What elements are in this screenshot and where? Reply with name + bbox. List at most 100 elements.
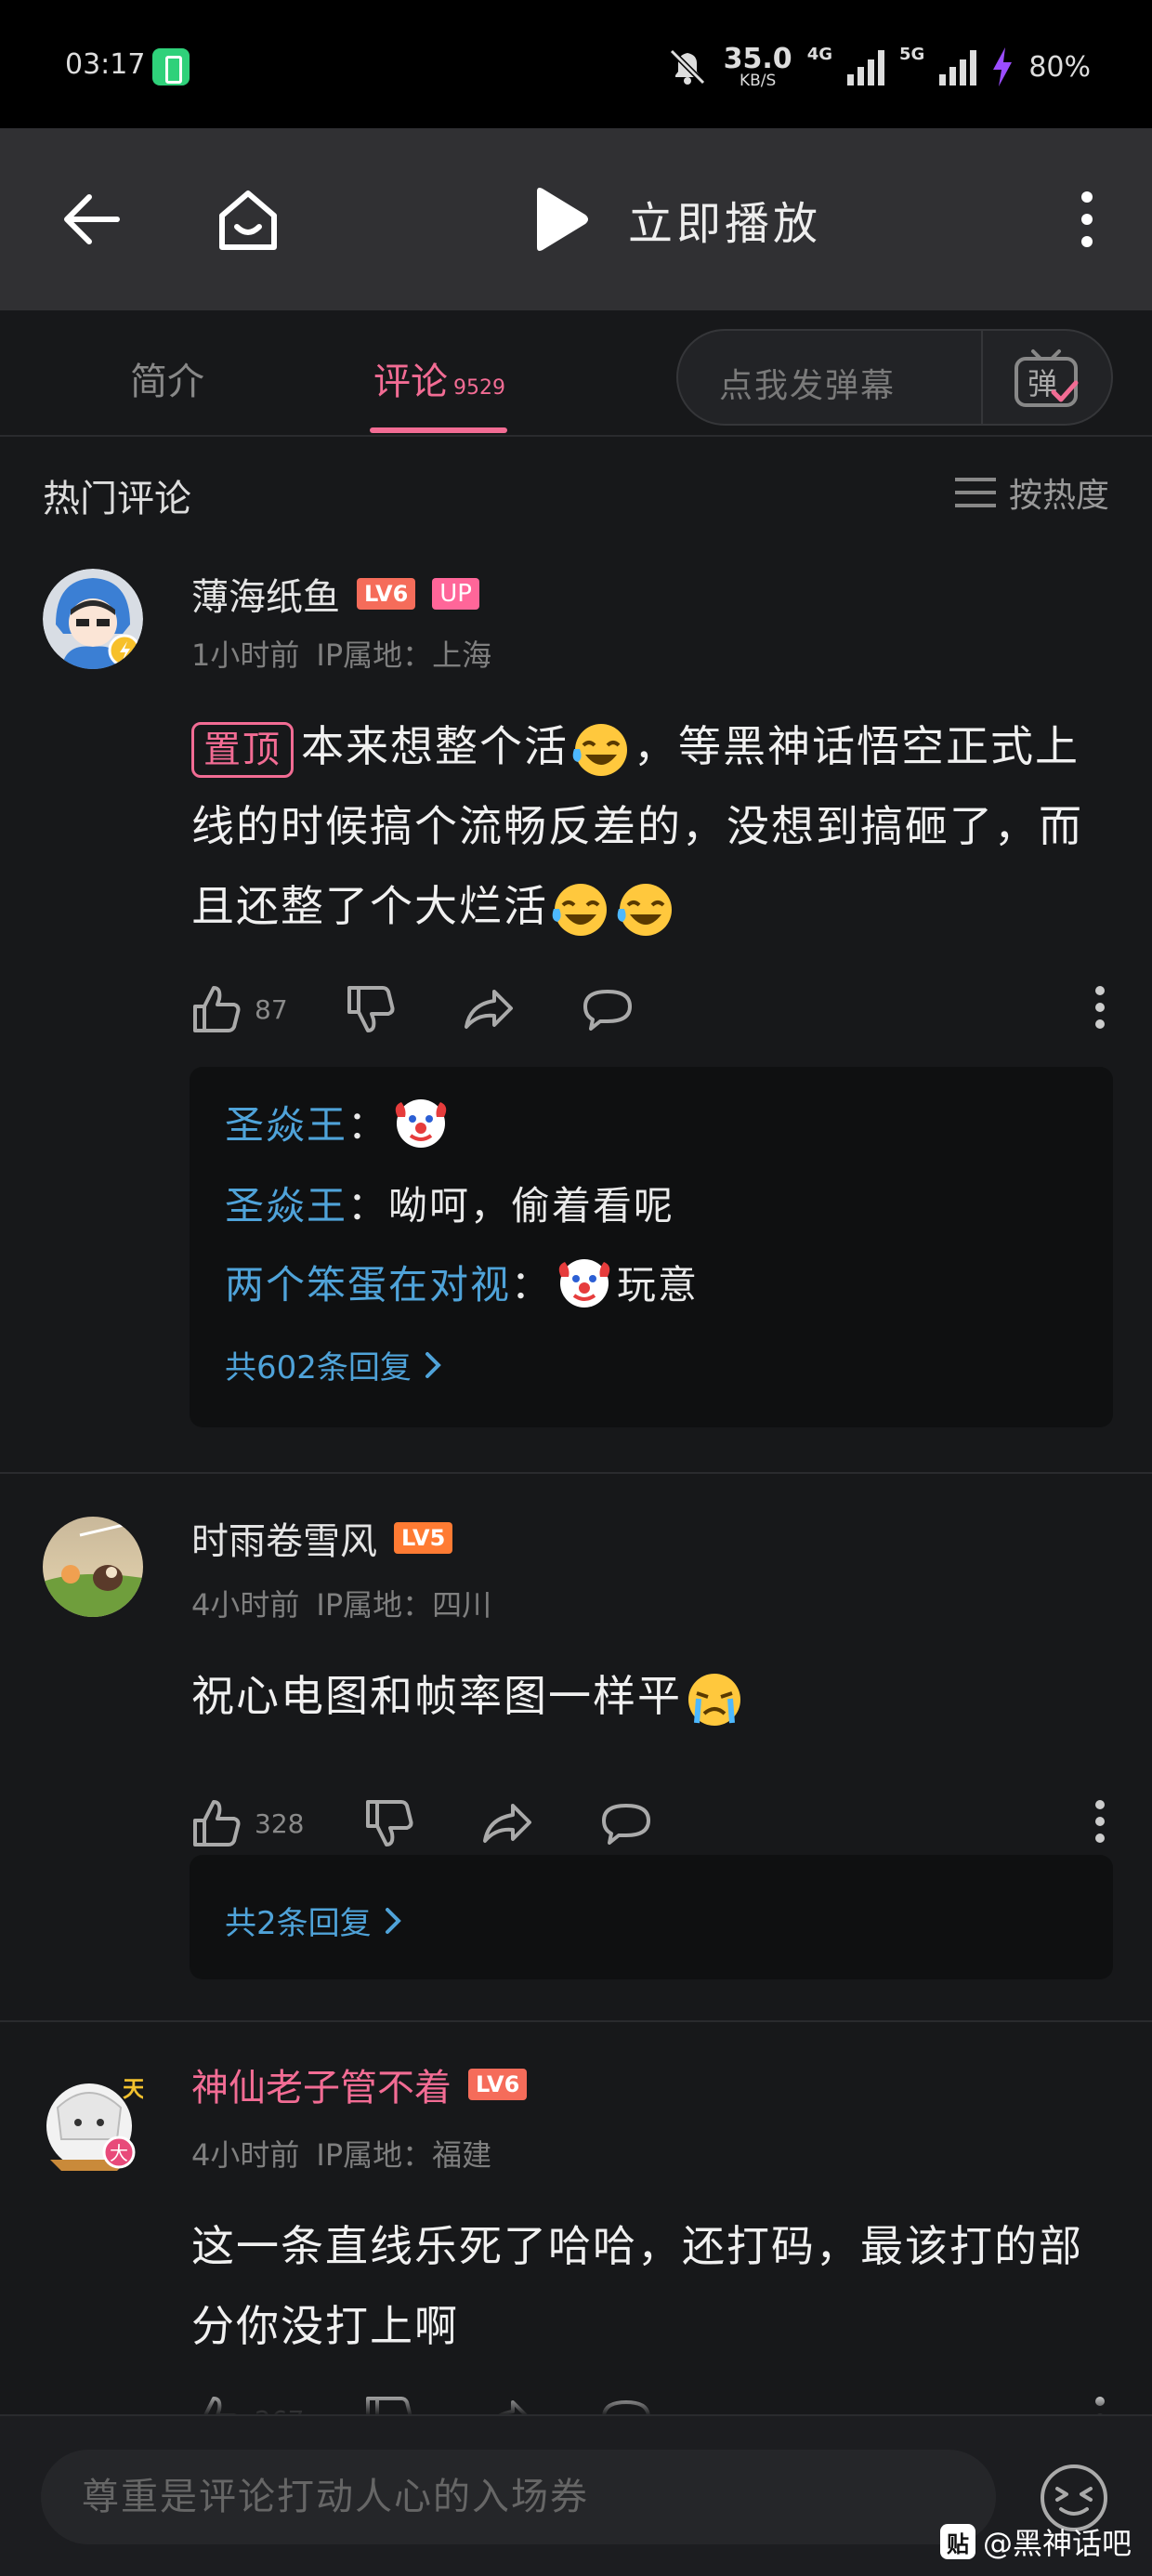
play-icon — [537, 188, 588, 251]
comment-text-body: 这一条直线乐死了哈哈，还打码，最该打的部分你没打上啊 — [191, 2221, 1083, 2351]
play-now-button[interactable]: 立即播放 — [530, 184, 821, 255]
active-tab-indicator — [370, 427, 507, 433]
dislike-button[interactable] — [346, 984, 463, 1034]
reply-item: 两个笨蛋在对视：玩意 — [225, 1253, 699, 1310]
comment-time: 4小时前 — [191, 2137, 300, 2173]
dislike-button[interactable] — [364, 1798, 481, 1848]
username[interactable]: 神仙老子管不着 — [191, 2057, 452, 2111]
reply-preview-panel[interactable]: 圣焱王： 圣焱王：呦呵，偷着看呢 两个笨蛋在对视：玩意 共602条回复 — [190, 1067, 1113, 1427]
reply-username[interactable]: 两个笨蛋在对视 — [225, 1254, 511, 1310]
signal-4g-label: 4G — [806, 45, 832, 64]
more-vertical-icon — [1095, 986, 1105, 1029]
signal-5g-label: 5G — [899, 45, 925, 64]
reply-preview-panel[interactable]: 共2条回复 — [190, 1855, 1113, 1979]
avatar-tag: 大 — [110, 2142, 128, 2164]
pinned-badge: 置顶 — [191, 721, 294, 778]
chevron-right-icon — [385, 1907, 401, 1934]
comment-author: 时雨卷雪风 LV5 — [191, 1511, 453, 1565]
reply-username[interactable]: 圣焱王 — [225, 1175, 347, 1231]
share-arrow-icon — [483, 1804, 531, 1843]
scroll-fade — [0, 2396, 1152, 2416]
reply-total: 共602条回复 — [225, 1349, 412, 1387]
tieba-logo-icon: 贴 — [939, 2524, 975, 2559]
net-speed-unit: KB/S — [740, 71, 777, 90]
share-button[interactable] — [481, 1802, 600, 1845]
comment-item: 时雨卷雪风 LV5 4小时前 IP属地：四川 祝心电图和帧率图一样平 328 共2… — [0, 1474, 1152, 2020]
danmaku-placeholder: 点我发弹幕 — [719, 367, 897, 405]
comment-text-body: 祝心电图和帧率图一样平 — [191, 1671, 682, 1721]
play-now-label: 立即播放 — [628, 198, 822, 250]
comment-input[interactable] — [41, 2450, 996, 2544]
danmaku-toggle-icon[interactable]: 弹 — [1011, 348, 1081, 411]
thumbs-up-icon — [193, 1800, 241, 1847]
signal-bars-icon — [847, 48, 884, 85]
status-bar: 03:17 35.0 KB/S 4G 5G 80% — [0, 0, 1152, 128]
comment-input-bar: 贴 @黑神话吧 — [0, 2414, 1152, 2576]
video-top-bar: 立即播放 — [0, 128, 1152, 310]
sort-by-heat-button[interactable]: 按热度 — [954, 468, 1109, 517]
comment-text: 置顶 本来想整个活 ，等黑神话悟空正式上线的时候搞个流畅反差的，没想到搞砸了，而且还… — [191, 706, 1093, 946]
sort-label: 按热度 — [1008, 477, 1109, 515]
comment-more-button[interactable] — [1094, 985, 1106, 1033]
comment-ip: IP属地：上海 — [316, 637, 492, 673]
watermark-text: @黑神话吧 — [982, 2526, 1132, 2561]
view-all-replies-link[interactable]: 共2条回复 — [225, 1898, 401, 1943]
comment-time: 1小时前 — [191, 637, 300, 673]
thumbs-up-icon — [193, 986, 241, 1032]
view-all-replies-link[interactable]: 共602条回复 — [225, 1342, 441, 1387]
mute-bell-icon — [669, 48, 705, 85]
comment-bubble-icon — [583, 990, 632, 1031]
like-button[interactable]: 328 — [191, 1798, 364, 1848]
tab-intro[interactable]: 简介 — [130, 351, 204, 405]
battery-saver-icon — [152, 48, 190, 85]
like-count: 328 — [255, 1807, 305, 1839]
reply-item: 圣焱王：呦呵，偷着看呢 — [225, 1175, 674, 1231]
level-badge: LV6 — [357, 578, 416, 610]
up-badge: UP — [432, 578, 479, 610]
comment-author: 薄海纸鱼 LV6 UP — [191, 567, 479, 621]
username[interactable]: 时雨卷雪风 — [191, 1511, 377, 1565]
tab-comments-label: 评论 — [373, 361, 448, 403]
status-time: 03:17 — [65, 48, 146, 81]
avatar[interactable] — [43, 1517, 143, 1617]
thumbs-down-icon — [366, 1800, 413, 1847]
reply-username[interactable]: 圣焱王 — [225, 1094, 347, 1150]
laugh-cry-emoji-icon — [552, 883, 607, 936]
comment-item: 薄海纸鱼 LV6 UP 1小时前 IP属地：上海 置顶 本来想整个活 ，等黑神话悟空正… — [0, 548, 1152, 1468]
reply-total: 共2条回复 — [225, 1905, 372, 1942]
comment-text: 这一条直线乐死了哈哈，还打码，最该打的部分你没打上啊 — [191, 2206, 1093, 2366]
comment-input-container[interactable] — [41, 2450, 996, 2544]
avatar[interactable] — [43, 569, 143, 669]
laugh-cry-emoji-icon — [572, 723, 627, 776]
share-button[interactable] — [463, 988, 582, 1031]
laugh-cry-emoji-icon — [617, 883, 672, 936]
net-speed-value: 35.0 — [723, 42, 792, 75]
comment-bubble-icon — [602, 1804, 650, 1845]
comment-ip: IP属地：四川 — [316, 1587, 492, 1623]
like-count: 87 — [255, 993, 288, 1025]
danmaku-input[interactable]: 点我发弹幕 弹 — [676, 329, 1113, 426]
reply-text: 玩意 — [617, 1261, 700, 1308]
charging-bolt-icon — [993, 47, 1013, 86]
comment-sort-row: 热门评论 按热度 — [0, 437, 1152, 548]
svg-text:天才: 天才 — [123, 2076, 143, 2102]
reply-button[interactable] — [582, 988, 634, 1031]
clown-emoji-icon — [558, 1259, 610, 1308]
share-arrow-icon — [465, 990, 513, 1029]
reply-button[interactable] — [600, 1802, 652, 1845]
comment-item: 天才 大 神仙老子管不着 LV6 4小时前 IP属地：福建 这一条直线乐死了哈哈，… — [0, 2022, 1152, 2414]
username[interactable]: 薄海纸鱼 — [191, 567, 340, 621]
more-options-button[interactable] — [1059, 182, 1115, 256]
comment-author: 神仙老子管不着 LV6 — [191, 2057, 528, 2111]
danmaku-icon-glyph: 弹 — [1028, 366, 1057, 401]
like-button[interactable]: 87 — [191, 984, 346, 1034]
comment-meta: 4小时前 IP属地：福建 — [191, 2132, 491, 2175]
avatar[interactable]: 天才 大 — [43, 2074, 167, 2175]
comment-ip: IP属地：福建 — [316, 2137, 492, 2173]
comment-actions: 87 — [191, 979, 1120, 1039]
clown-emoji-icon — [395, 1099, 447, 1148]
home-button[interactable] — [206, 182, 290, 256]
tab-comments[interactable]: 评论 9529 — [373, 351, 505, 405]
comment-more-button[interactable] — [1094, 1799, 1106, 1847]
back-button[interactable] — [54, 182, 128, 256]
